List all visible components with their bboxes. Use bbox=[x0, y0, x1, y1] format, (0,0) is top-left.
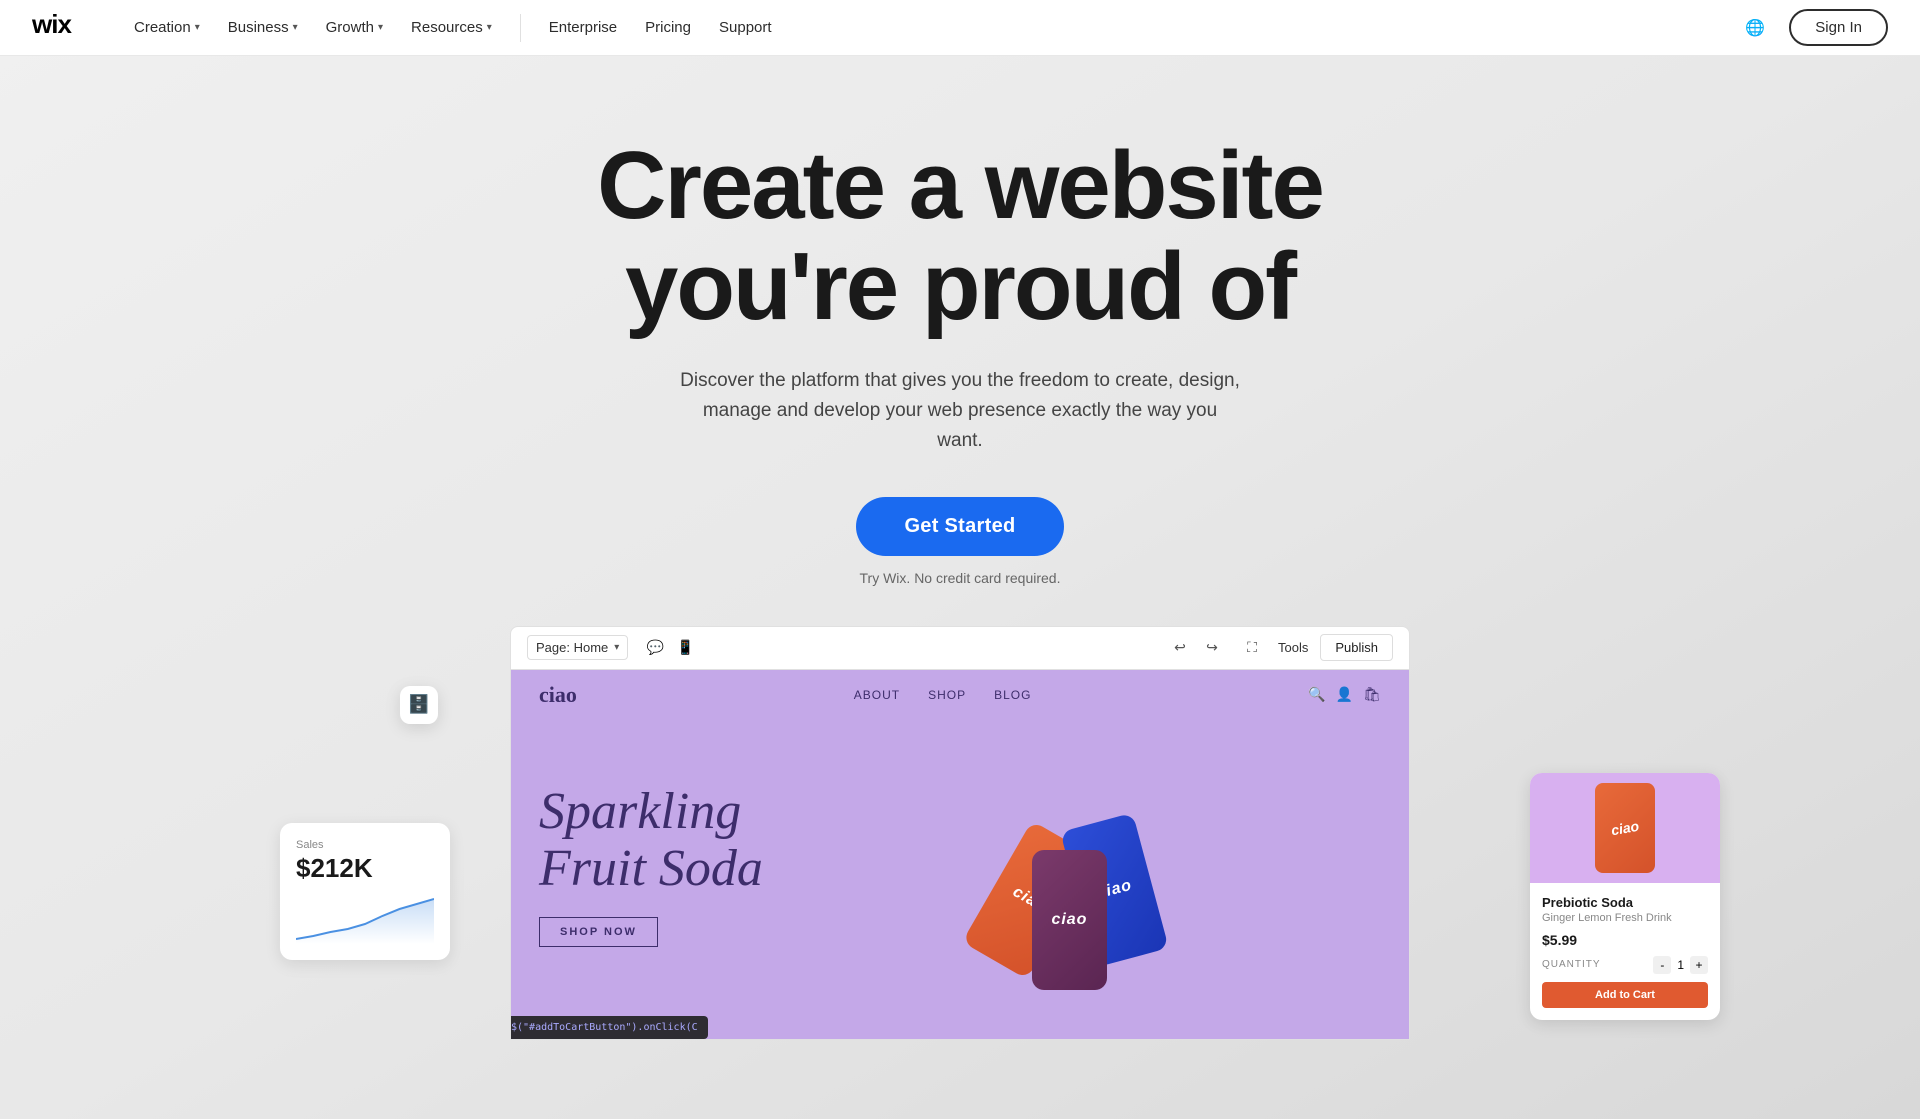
nav-resources[interactable]: Resources ▾ bbox=[399, 13, 504, 42]
website-nav-icons: 🔍 👤 🛍 bbox=[1308, 686, 1381, 703]
chevron-down-icon: ▾ bbox=[293, 22, 298, 33]
add-to-cart-button[interactable]: Add to Cart bbox=[1542, 982, 1708, 1008]
chevron-down-icon: ▾ bbox=[487, 22, 492, 33]
nav-growth-label: Growth bbox=[326, 19, 374, 36]
wix-logo[interactable]: wix bbox=[32, 13, 90, 42]
editor-undo-redo: ↩ ↪ bbox=[1166, 634, 1226, 662]
can-group: ciao ciao ciao bbox=[932, 750, 1232, 990]
website-hero-text: Sparkling Fruit Soda SHOP NOW bbox=[539, 783, 763, 947]
navbar: wix Creation ▾ Business ▾ Growth ▾ Resou… bbox=[0, 0, 1920, 56]
website-hero-area: Sparkling Fruit Soda SHOP NOW ciao ciao bbox=[511, 720, 1409, 1010]
hero-subtitle: Discover the platform that gives you the… bbox=[680, 366, 1240, 457]
product-can-text: ciao bbox=[1610, 817, 1640, 838]
website-nav-shop: SHOP bbox=[928, 688, 966, 702]
nav-divider bbox=[520, 14, 521, 42]
website-hero-title: Sparkling Fruit Soda bbox=[539, 783, 763, 897]
editor-actions: Tools Publish bbox=[1278, 634, 1393, 661]
sales-chart bbox=[296, 894, 434, 944]
editor-view-icons: 💬 📱 bbox=[644, 637, 696, 659]
undo-button[interactable]: ↩ bbox=[1166, 634, 1194, 662]
floating-product-card: ciao Prebiotic Soda Ginger Lemon Fresh D… bbox=[1530, 773, 1720, 1020]
qty-label: QUANTITY bbox=[1542, 959, 1601, 970]
nav-resources-label: Resources bbox=[411, 19, 483, 36]
nav-pricing-label: Pricing bbox=[645, 19, 691, 36]
tools-label: Tools bbox=[1278, 640, 1308, 655]
globe-icon: 🌐 bbox=[1745, 18, 1765, 38]
website-nav-blog: BLOG bbox=[994, 688, 1031, 702]
hero-note: Try Wix. No credit card required. bbox=[860, 570, 1061, 586]
website-nav-items: ABOUT SHOP BLOG bbox=[854, 688, 1032, 702]
product-price: $5.99 bbox=[1542, 932, 1708, 948]
editor-bar: Page: Home ▾ 💬 📱 ↩ ↪ ⛶ Tools Publish bbox=[510, 626, 1410, 670]
website-nav-about: ABOUT bbox=[854, 688, 900, 702]
sign-in-button[interactable]: Sign In bbox=[1789, 9, 1888, 46]
chevron-down-icon: ▾ bbox=[378, 22, 383, 33]
chat-icon[interactable]: 💬 bbox=[644, 637, 666, 659]
nav-pricing[interactable]: Pricing bbox=[633, 13, 703, 42]
floating-sales-card: Sales $212K bbox=[280, 823, 450, 960]
can-purple-label: ciao bbox=[1051, 911, 1087, 929]
hero-section: Create a website you're proud of Discove… bbox=[0, 0, 1920, 1119]
website-internal-nav: ciao ABOUT SHOP BLOG 🔍 👤 🛍 bbox=[511, 670, 1409, 720]
page-label: Page: Home bbox=[536, 640, 608, 655]
cart-icon: 🛍 bbox=[1363, 686, 1381, 703]
floating-code-snippet: $("#addToCartButton").onClick(C bbox=[510, 1016, 708, 1039]
user-icon: 👤 bbox=[1336, 686, 1353, 703]
nav-creation[interactable]: Creation ▾ bbox=[122, 13, 212, 42]
floating-db-icon: 🗄️ bbox=[400, 686, 438, 724]
nav-support-label: Support bbox=[719, 19, 772, 36]
qty-value: 1 bbox=[1677, 958, 1684, 972]
product-desc: Ginger Lemon Fresh Drink bbox=[1542, 912, 1708, 924]
nav-right: 🌐 Sign In bbox=[1737, 9, 1888, 46]
website-brand: ciao bbox=[539, 682, 577, 708]
product-name: Prebiotic Soda bbox=[1542, 895, 1708, 910]
nav-growth[interactable]: Growth ▾ bbox=[314, 13, 395, 42]
redo-button[interactable]: ↪ bbox=[1198, 634, 1226, 662]
product-image: ciao bbox=[1530, 773, 1720, 883]
website-mockup: 🗄️ Sales $212K bbox=[510, 626, 1410, 1040]
get-started-button[interactable]: Get Started bbox=[856, 497, 1063, 556]
hero-content: Create a website you're proud of Discove… bbox=[597, 56, 1323, 626]
mobile-view-icon[interactable]: 📱 bbox=[674, 637, 696, 659]
qty-minus-button[interactable]: - bbox=[1653, 956, 1671, 974]
sales-label: Sales bbox=[296, 839, 434, 851]
website-cans: ciao ciao ciao bbox=[783, 740, 1381, 990]
nav-enterprise-label: Enterprise bbox=[549, 19, 617, 36]
product-qty-row: QUANTITY - 1 + bbox=[1542, 956, 1708, 974]
tools-button[interactable]: Tools bbox=[1278, 640, 1308, 655]
language-button[interactable]: 🌐 bbox=[1737, 10, 1773, 46]
hero-title: Create a website you're proud of bbox=[597, 136, 1323, 338]
fullscreen-button[interactable]: ⛶ bbox=[1238, 634, 1266, 662]
shop-now-button[interactable]: SHOP NOW bbox=[539, 917, 658, 947]
page-chevron-icon: ▾ bbox=[614, 642, 619, 653]
chevron-down-icon: ▾ bbox=[195, 22, 200, 33]
publish-button[interactable]: Publish bbox=[1320, 634, 1393, 661]
qty-plus-button[interactable]: + bbox=[1690, 956, 1708, 974]
nav-creation-label: Creation bbox=[134, 19, 191, 36]
purple-can: ciao bbox=[1032, 850, 1107, 990]
svg-text:wix: wix bbox=[32, 13, 72, 37]
website-preview: 🔒 https://www.ciaodrinks.com ciao ABOUT … bbox=[510, 670, 1410, 1040]
search-icon: 🔍 bbox=[1308, 686, 1325, 703]
hero-title-line2: you're proud of bbox=[625, 233, 1295, 340]
page-selector[interactable]: Page: Home ▾ bbox=[527, 635, 628, 660]
nav-business-label: Business bbox=[228, 19, 289, 36]
sales-amount: $212K bbox=[296, 853, 434, 884]
nav-items: Creation ▾ Business ▾ Growth ▾ Resources… bbox=[122, 13, 1737, 42]
product-info: Prebiotic Soda Ginger Lemon Fresh Drink … bbox=[1530, 883, 1720, 1020]
qty-controls: - 1 + bbox=[1653, 956, 1708, 974]
hero-title-line1: Create a website bbox=[597, 132, 1323, 239]
nav-support[interactable]: Support bbox=[707, 13, 784, 42]
product-can-visual: ciao bbox=[1595, 783, 1655, 873]
nav-business[interactable]: Business ▾ bbox=[216, 13, 310, 42]
nav-enterprise[interactable]: Enterprise bbox=[537, 13, 629, 42]
